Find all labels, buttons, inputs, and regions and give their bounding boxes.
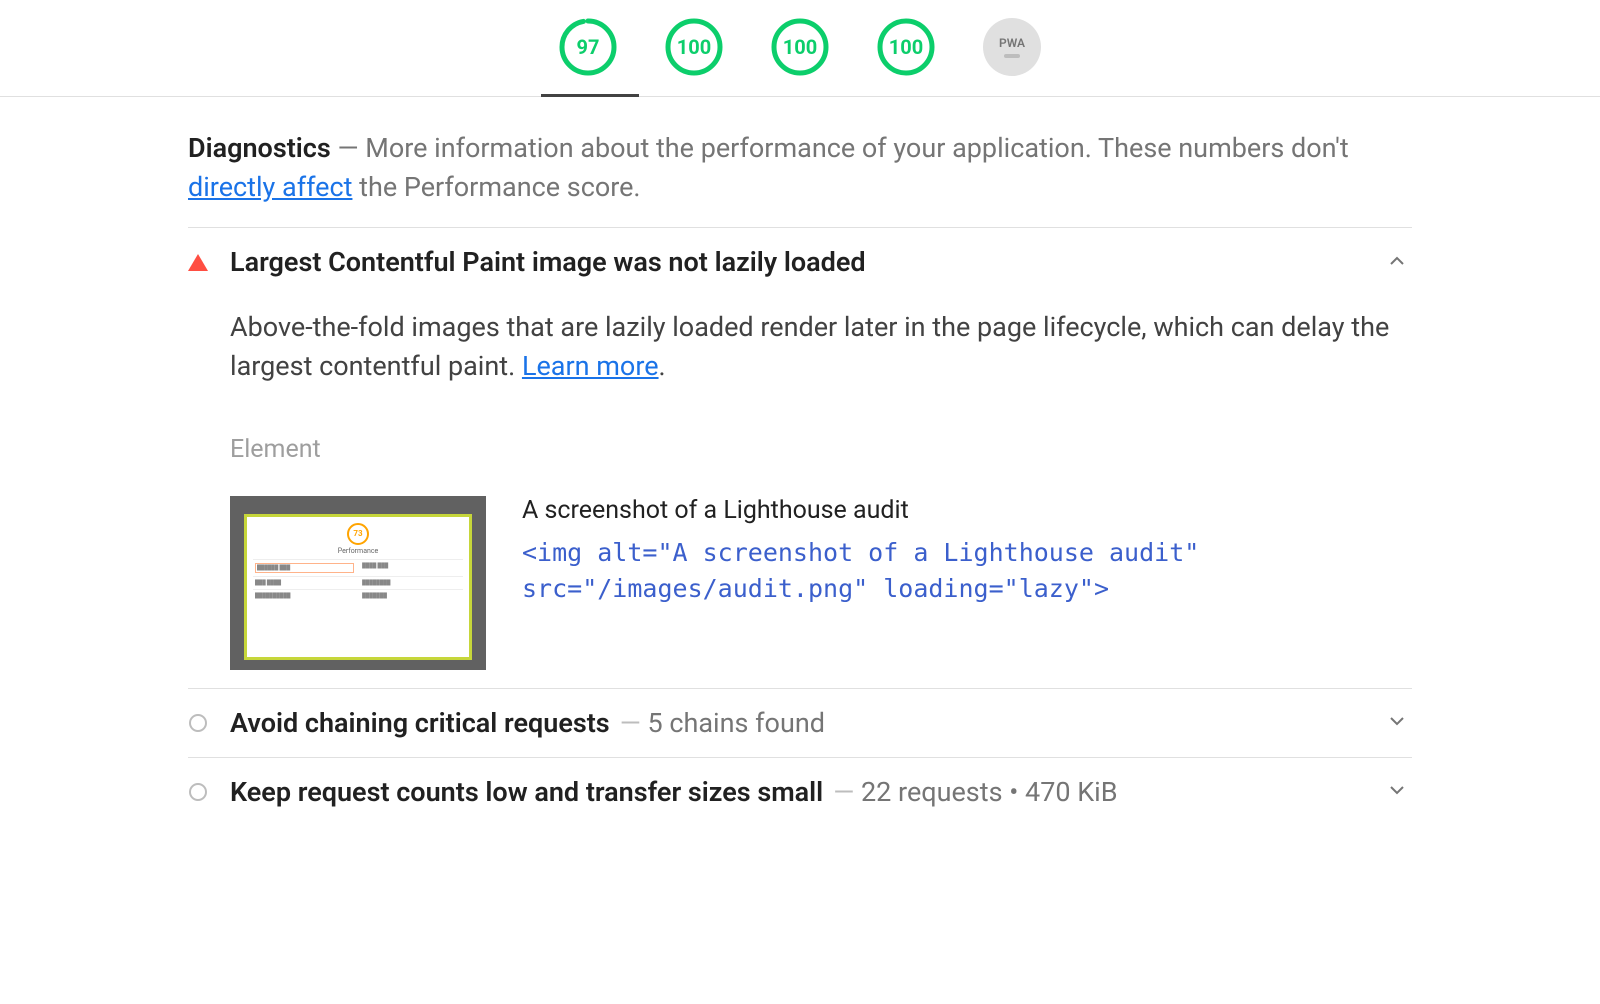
neutral-circle-icon — [188, 714, 208, 732]
score-value: 100 — [889, 35, 923, 59]
audit-header[interactable]: Avoid chaining critical requests — 5 cha… — [188, 707, 1412, 739]
chevron-up-icon — [1390, 252, 1412, 273]
audit-body: Above-the-fold images that are lazily lo… — [188, 278, 1412, 669]
pwa-label: PWA — [999, 36, 1025, 50]
learn-more-link[interactable]: Learn more — [522, 350, 659, 382]
score-header: 97 100 100 100 PWA — [0, 0, 1600, 97]
active-tab-underline — [541, 94, 639, 97]
content-area: Diagnostics — More information about the… — [180, 97, 1420, 826]
diagnostics-heading: Diagnostics — More information about the… — [188, 129, 1412, 207]
audit-title: Avoid chaining critical requests — 5 cha… — [230, 707, 1368, 739]
score-accessibility[interactable]: 100 — [665, 18, 723, 76]
pwa-bar-icon — [1004, 54, 1020, 58]
audit-header[interactable]: Largest Contentful Paint image was not l… — [188, 246, 1412, 278]
score-performance[interactable]: 97 — [559, 18, 617, 76]
element-label: Element — [230, 435, 1412, 464]
element-code: <img alt="A screenshot of a Lighthouse a… — [522, 535, 1412, 608]
score-best-practices[interactable]: 100 — [771, 18, 829, 76]
element-row: 73 Performance ██████ ███████ ███ ███ ██… — [230, 496, 1412, 670]
chevron-down-icon — [1390, 712, 1412, 733]
audit-description: Above-the-fold images that are lazily lo… — [230, 308, 1412, 386]
score-seo[interactable]: 100 — [877, 18, 935, 76]
directly-affect-link[interactable]: directly affect — [188, 171, 352, 203]
chevron-down-icon — [1390, 781, 1412, 802]
score-value: 100 — [783, 35, 817, 59]
audit-title: Largest Contentful Paint image was not l… — [230, 246, 1368, 278]
score-value: 100 — [677, 35, 711, 59]
audit-request-counts: Keep request counts low and transfer siz… — [188, 757, 1412, 826]
neutral-circle-icon — [188, 783, 208, 801]
warning-triangle-icon — [188, 254, 208, 271]
diagnostics-title: Diagnostics — [188, 132, 331, 164]
element-thumbnail: 73 Performance ██████ ███████ ███ ███ ██… — [230, 496, 486, 670]
element-caption: A screenshot of a Lighthouse audit — [522, 496, 1412, 525]
audit-header[interactable]: Keep request counts low and transfer siz… — [188, 776, 1412, 808]
score-pwa[interactable]: PWA — [983, 18, 1041, 76]
element-info: A screenshot of a Lighthouse audit <img … — [522, 496, 1412, 608]
audit-lcp-lazy: Largest Contentful Paint image was not l… — [188, 227, 1412, 687]
audit-title: Keep request counts low and transfer siz… — [230, 776, 1368, 808]
score-value: 97 — [577, 35, 600, 59]
audit-chain-requests: Avoid chaining critical requests — 5 cha… — [188, 688, 1412, 757]
